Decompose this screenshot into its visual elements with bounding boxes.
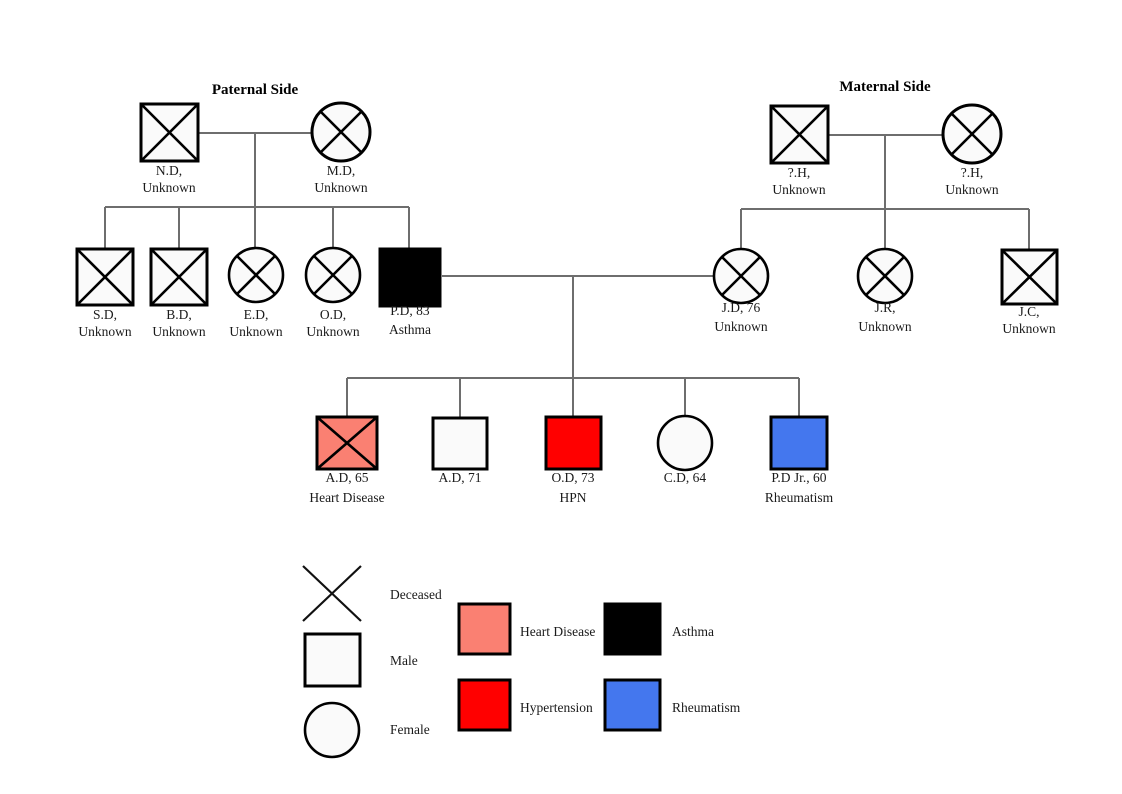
- person-od-aunt[interactable]: O.D, Unknown: [304, 246, 362, 339]
- person-pdjr[interactable]: P.D Jr., 60 Rheumatism: [765, 415, 834, 505]
- male-square[interactable]: [431, 416, 489, 471]
- person-name: B.D,: [166, 307, 192, 322]
- legend-shapes: Deceased Male Female: [302, 565, 442, 759]
- person-status: Unknown: [152, 324, 205, 339]
- person-name: ?.H,: [788, 165, 811, 180]
- genogram-canvas: Paternal Side Maternal Side N.D, Unknown…: [75, 79, 1059, 759]
- legend-shape-label: Deceased: [390, 587, 442, 602]
- person-cd64[interactable]: C.D, 64: [656, 414, 714, 485]
- person-ad71[interactable]: A.D, 71: [431, 416, 489, 485]
- person-jd[interactable]: J.D, 76 Unknown: [712, 247, 770, 334]
- person-ed[interactable]: E.D, Unknown: [227, 246, 285, 339]
- person-bd[interactable]: B.D, Unknown: [149, 247, 209, 339]
- person-status: Unknown: [142, 180, 195, 195]
- color-swatch-heart-disease: [457, 602, 512, 656]
- square-icon: [303, 632, 362, 688]
- maternal-side-title: Maternal Side: [839, 79, 931, 95]
- female-circle[interactable]: [656, 414, 714, 472]
- person-name: O.D, 73: [551, 470, 594, 485]
- person-name: A.D, 71: [438, 470, 481, 485]
- person-name: O.D,: [320, 307, 346, 322]
- legend-item-female: Female: [303, 701, 430, 759]
- person-status: Unknown: [772, 182, 825, 197]
- person-pd[interactable]: P.D, 83 Asthma: [378, 247, 442, 337]
- person-name: S.D,: [93, 307, 117, 322]
- legend-item-male: Male: [303, 632, 418, 688]
- legend-item-deceased: Deceased: [302, 565, 442, 622]
- legend-item-asthma: Asthma: [603, 602, 714, 656]
- legend-shape-label: Male: [390, 653, 418, 668]
- person-name: ?.H,: [961, 165, 984, 180]
- color-swatch-rheumatism: [603, 678, 662, 732]
- person-name: M.D,: [327, 163, 356, 178]
- legend-shape-label: Female: [390, 722, 430, 737]
- person-status: Unknown: [78, 324, 131, 339]
- legend-condition-label: Heart Disease: [520, 624, 595, 639]
- person-status: Heart Disease: [309, 490, 384, 505]
- person-name: C.D, 64: [664, 470, 707, 485]
- person-h-father[interactable]: ?.H, Unknown: [769, 104, 830, 197]
- color-swatch-hypertension: [457, 678, 512, 732]
- color-swatch-asthma: [603, 602, 662, 656]
- person-status: Rheumatism: [765, 490, 834, 505]
- person-status: Unknown: [858, 319, 911, 334]
- person-name: E.D,: [244, 307, 269, 322]
- person-status: Unknown: [314, 180, 367, 195]
- legend-item-rheumatism: Rheumatism: [603, 678, 741, 732]
- legend-condition-label: Hypertension: [520, 700, 593, 715]
- person-name: J.C,: [1018, 304, 1039, 319]
- male-square[interactable]: [769, 415, 829, 471]
- legend-condition-label: Rheumatism: [672, 700, 741, 715]
- legend-condition-label: Asthma: [672, 624, 714, 639]
- person-status: Unknown: [229, 324, 282, 339]
- person-name: J.D, 76: [722, 300, 761, 315]
- person-name: P.D, 83: [390, 303, 430, 318]
- legend-item-hypertension: Hypertension: [457, 678, 593, 732]
- person-jc[interactable]: J.C, Unknown: [1000, 248, 1059, 336]
- person-status: Unknown: [714, 319, 767, 334]
- person-status: Asthma: [389, 322, 431, 337]
- person-status: HPN: [559, 490, 586, 505]
- circle-icon: [303, 701, 361, 759]
- person-jr[interactable]: J.R, Unknown: [856, 247, 914, 334]
- paternal-side-title: Paternal Side: [212, 82, 299, 98]
- person-name: J.R,: [874, 300, 895, 315]
- person-ad65[interactable]: A.D, 65 Heart Disease: [309, 415, 385, 505]
- person-status: Unknown: [306, 324, 359, 339]
- legend-item-heart-disease: Heart Disease: [457, 602, 595, 656]
- legend-conditions: Heart Disease Asthma Hypertension Rheuma…: [457, 602, 741, 732]
- person-name: A.D, 65: [325, 470, 368, 485]
- person-status: Unknown: [945, 182, 998, 197]
- person-od73[interactable]: O.D, 73 HPN: [544, 415, 603, 505]
- person-name: N.D,: [156, 163, 182, 178]
- person-sd[interactable]: S.D, Unknown: [75, 247, 135, 339]
- person-h-mother[interactable]: ?.H, Unknown: [941, 103, 1003, 197]
- person-status: Unknown: [1002, 321, 1055, 336]
- person-nd[interactable]: N.D, Unknown: [139, 102, 200, 195]
- male-square[interactable]: [544, 415, 603, 471]
- person-name: P.D Jr., 60: [771, 470, 826, 485]
- deceased-x-icon: [302, 565, 362, 622]
- person-md[interactable]: M.D, Unknown: [310, 101, 372, 195]
